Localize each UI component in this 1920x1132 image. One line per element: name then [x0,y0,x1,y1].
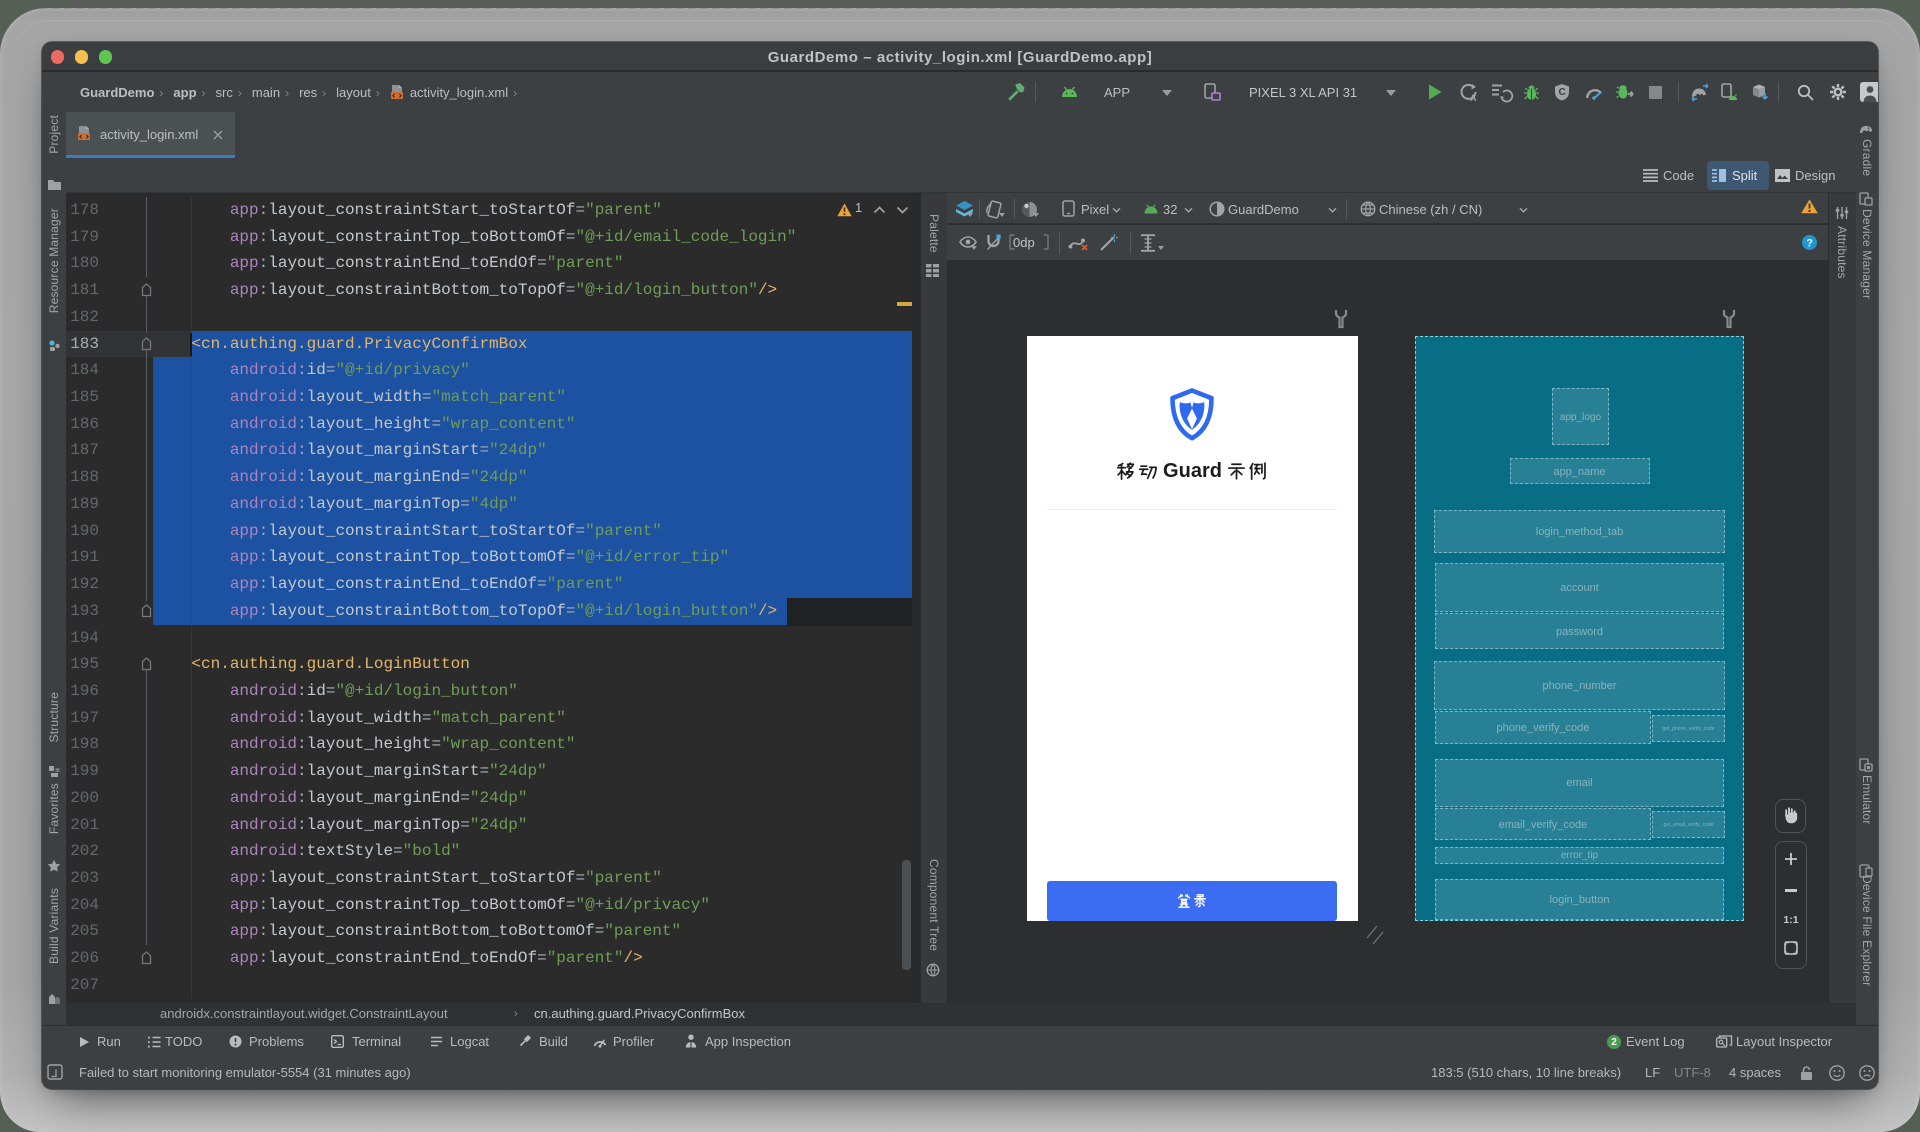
svg-text:C: C [1559,87,1566,98]
svg-text:?: ? [1806,237,1813,249]
svg-text:A: A [1470,93,1477,103]
